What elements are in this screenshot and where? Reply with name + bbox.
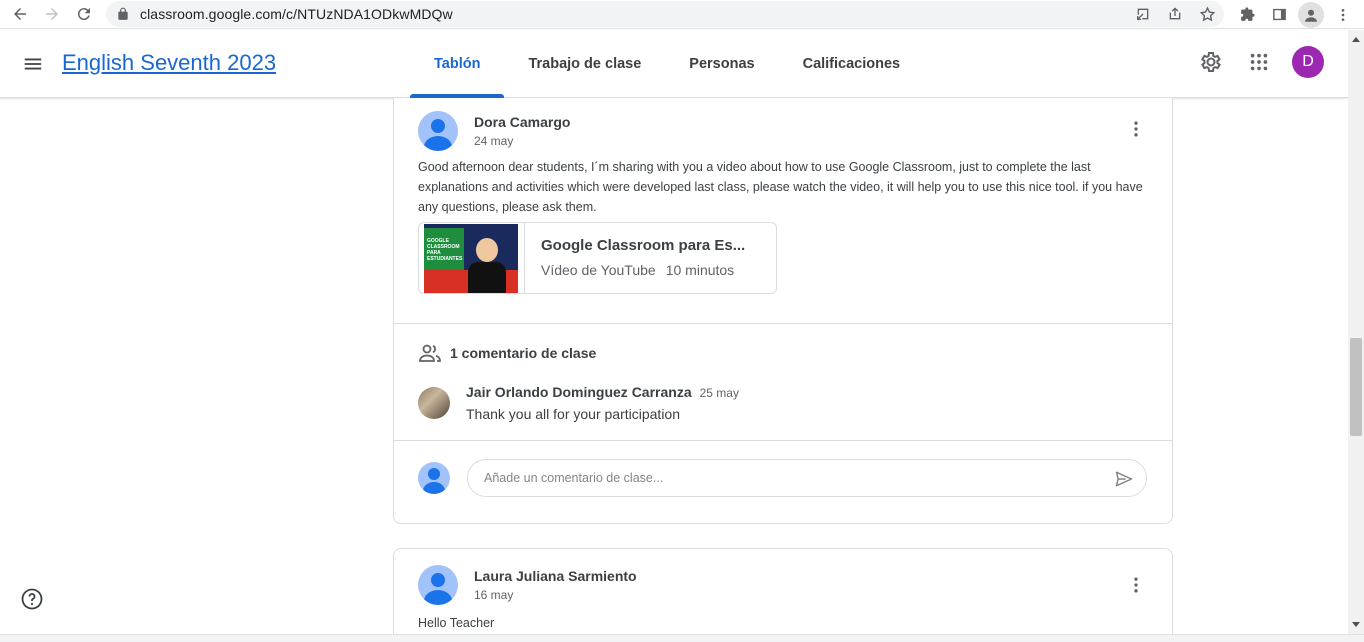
scrollbar-thumb[interactable] <box>1350 338 1362 436</box>
stream-area: Dora Camargo 24 may Good afternoon dear … <box>0 98 1348 634</box>
share-icon[interactable] <box>1164 4 1186 24</box>
post-body: Good afternoon dear students, I´m sharin… <box>418 160 1143 214</box>
people-icon <box>418 341 442 365</box>
add-comment-row: Añade un comentario de clase... <box>418 459 1147 497</box>
attachment-duration: 10 minutos <box>665 262 735 278</box>
address-bar[interactable]: classroom.google.com/c/NTUzNDA1ODkwMDQw <box>106 1 1224 27</box>
video-thumbnail[interactable]: GOOGLE CLASSROOM PARA ESTUDIANTES <box>419 223 525 293</box>
bookmark-star-icon[interactable] <box>1196 4 1218 24</box>
hamburger-menu-icon[interactable] <box>19 50 47 78</box>
current-user-avatar <box>418 462 450 494</box>
comment-text: Thank you all for your participation <box>466 406 680 422</box>
comment-date: 25 may <box>699 386 739 400</box>
tab-tablon[interactable]: Tablón <box>410 30 505 98</box>
extensions-icon[interactable] <box>1234 2 1260 28</box>
forward-icon[interactable] <box>36 0 68 29</box>
commenter-avatar <box>418 387 450 419</box>
attachment-title[interactable]: Google Classroom para Es... <box>541 237 761 254</box>
side-panel-icon[interactable] <box>1266 2 1292 28</box>
browser-toolbar: classroom.google.com/c/NTUzNDA1ODkwMDQw <box>0 0 1364 29</box>
divider <box>394 440 1172 441</box>
settings-gear-icon[interactable] <box>1196 47 1226 77</box>
scroll-down-arrow[interactable] <box>1352 622 1360 627</box>
youtube-attachment[interactable]: GOOGLE CLASSROOM PARA ESTUDIANTES Google… <box>418 222 777 294</box>
scroll-up-arrow[interactable] <box>1352 37 1360 42</box>
help-icon[interactable] <box>20 587 44 611</box>
page-scrollbar[interactable] <box>1348 30 1364 634</box>
comments-count[interactable]: 1 comentario de clase <box>450 345 596 361</box>
more-options-icon[interactable] <box>1124 573 1148 597</box>
reload-icon[interactable] <box>68 0 100 29</box>
google-apps-grid-icon[interactable] <box>1244 47 1274 77</box>
post-date[interactable]: 24 may <box>474 134 570 148</box>
attachment-source: Vídeo de YouTube <box>541 262 656 278</box>
user-avatar[interactable]: D <box>1292 46 1324 78</box>
send-icon[interactable] <box>1112 467 1136 491</box>
class-tabs: Tablón Trabajo de clase Personas Calific… <box>410 30 924 98</box>
browser-menu-icon[interactable] <box>1330 2 1356 28</box>
class-title-link[interactable]: English Seventh 2023 <box>62 50 276 76</box>
class-comment-input[interactable]: Añade un comentario de clase... <box>467 459 1147 497</box>
tab-personas[interactable]: Personas <box>665 30 778 98</box>
install-icon[interactable] <box>1132 4 1154 24</box>
profile-icon[interactable] <box>1298 1 1324 28</box>
back-icon[interactable] <box>4 0 36 29</box>
author-avatar <box>418 111 458 151</box>
tab-calificaciones[interactable]: Calificaciones <box>779 30 925 98</box>
comment-placeholder: Añade un comentario de clase... <box>484 471 664 485</box>
commenter-name: Jair Orlando Dominguez Carranza <box>466 384 692 400</box>
author-avatar <box>418 565 458 605</box>
post-author: Dora Camargo <box>474 114 571 130</box>
classroom-header: English Seventh 2023 Tablón Trabajo de c… <box>0 30 1348 98</box>
announcement-card: Laura Juliana Sarmiento 16 may Hello Tea… <box>393 548 1173 634</box>
more-options-icon[interactable] <box>1124 117 1148 141</box>
thumbnail-caption: GOOGLE CLASSROOM PARA ESTUDIANTES <box>427 238 463 262</box>
divider <box>394 323 1172 324</box>
lock-icon[interactable] <box>116 7 130 21</box>
comment-item: Jair Orlando Dominguez Carranza 25 may Th… <box>418 384 739 422</box>
announcement-card: Dora Camargo 24 may Good afternoon dear … <box>393 98 1173 524</box>
post-author: Laura Juliana Sarmiento <box>474 568 637 584</box>
url-text[interactable]: classroom.google.com/c/NTUzNDA1ODkwMDQw <box>140 6 453 22</box>
post-body: Hello Teacher <box>418 616 495 630</box>
post-date[interactable]: 16 may <box>474 588 637 602</box>
tab-trabajo-de-clase[interactable]: Trabajo de clase <box>504 30 665 98</box>
bottom-strip <box>0 634 1364 642</box>
class-comments-toggle[interactable]: 1 comentario de clase <box>418 341 596 365</box>
